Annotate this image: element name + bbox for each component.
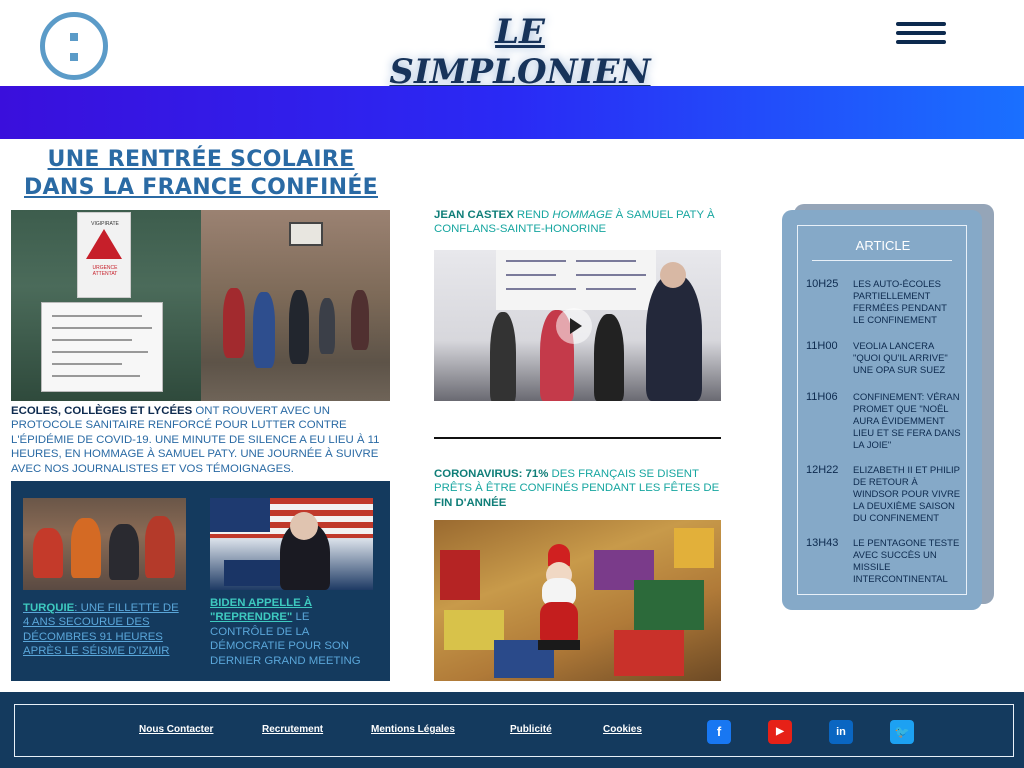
play-triangle — [570, 318, 582, 334]
footer-link-recruitment[interactable]: Recrutement — [262, 724, 323, 735]
schoolyard-photo — [201, 210, 390, 401]
protocol-poster — [41, 302, 163, 392]
site-footer: Nous Contacter Recrutement Mentions Léga… — [0, 692, 1024, 768]
turkey-story-bold: TURQUIE — [23, 602, 75, 614]
school-photo[interactable]: VIGIPIRATE URGENCE ATTENTAT — [11, 210, 390, 401]
sidebar-frame: ARTICLE 10H25 LES AUTO-ÉCOLES PARTIELLEM… — [797, 225, 967, 595]
site-title[interactable]: LE SIMPLONIEN — [360, 12, 680, 92]
castex-headline[interactable]: JEAN CASTEX REND HOMMAGE À SAMUEL PATY À… — [434, 208, 724, 237]
news-time: 12H22 — [806, 464, 839, 476]
facebook-icon[interactable]: f — [707, 720, 731, 744]
christmas-gifts-photo[interactable] — [434, 520, 721, 681]
castex-video[interactable] — [434, 250, 721, 401]
castex-text-1: REND — [513, 209, 553, 221]
news-time: 13H43 — [806, 537, 839, 549]
youtube-icon[interactable]: ▶ — [768, 720, 792, 744]
biden-story-text[interactable]: BIDEN APPELLE À "REPRENDRE" LE CONTRÔLE … — [210, 596, 373, 668]
play-video-icon[interactable] — [556, 308, 592, 344]
news-text: LES AUTO-ÉCOLES PARTIELLEMENT FERMÉES PE… — [853, 279, 947, 326]
menu-bar — [896, 40, 946, 44]
news-time: 11H06 — [806, 391, 838, 403]
logo-dot-bottom — [70, 53, 78, 61]
hamburger-menu-icon[interactable] — [896, 22, 946, 48]
news-text: LE PENTAGONE TESTE AVEC SUCCÈS UN MISSIL… — [853, 538, 960, 585]
castex-bold: JEAN CASTEX — [434, 209, 514, 221]
news-time: 11H00 — [806, 340, 838, 352]
footer-link-advertising[interactable]: Publicité — [510, 724, 552, 735]
twitter-icon[interactable]: 🐦 — [890, 720, 914, 744]
coronavirus-headline[interactable]: CORONAVIRUS: 71% DES FRANÇAIS SE DISENT … — [434, 467, 724, 510]
twitter-glyph: 🐦 — [894, 725, 910, 739]
secondary-stories-box: TURQUIE: UNE FILLETTE DE 4 ANS SECOURUE … — [11, 481, 390, 681]
footer-frame: Nous Contacter Recrutement Mentions Léga… — [14, 704, 1014, 757]
sidebar-title: ARTICLE — [855, 238, 911, 253]
castex-italic: HOMMAGE — [552, 209, 613, 221]
logo-dot-top — [70, 33, 78, 41]
footer-link-cookies[interactable]: Cookies — [603, 724, 642, 735]
lead-bold: ECOLES, COLLÈGES ET LYCÉES — [11, 405, 193, 417]
turkey-rescue-photo[interactable] — [23, 498, 186, 590]
facebook-glyph: f — [716, 724, 722, 739]
linkedin-icon[interactable]: in — [829, 720, 853, 744]
vigipirate-sign: VIGIPIRATE URGENCE ATTENTAT — [77, 212, 131, 298]
main-headline[interactable]: UNE RENTRÉE SCOLAIRE DANS LA FRANCE CONF… — [11, 146, 391, 202]
news-text: VEOLIA LANCERA "QUOI QU'IL ARRIVE" UNE O… — [853, 341, 948, 376]
news-text: ELIZABETH II ET PHILIP DE RETOUR À WINDS… — [853, 465, 961, 524]
menu-bar — [896, 22, 946, 26]
site-header: LE SIMPLONIEN — [0, 0, 1024, 92]
colon-logo-icon[interactable] — [40, 12, 108, 80]
turkey-story-text[interactable]: TURQUIE: UNE FILLETTE DE 4 ANS SECOURUE … — [23, 601, 186, 659]
news-time: 10H25 — [806, 278, 839, 290]
school-gate-photo: VIGIPIRATE URGENCE ATTENTAT — [11, 210, 201, 401]
classroom-board — [496, 250, 656, 310]
coronavirus-bold-end: FIN D'ANNÉE — [434, 496, 507, 509]
page: LE SIMPLONIEN UNE RENTRÉE SCOLAIRE DANS … — [0, 0, 1024, 768]
footer-link-legal[interactable]: Mentions Légales — [371, 724, 455, 735]
news-text: CONFINEMENT: VÉRAN PROMET QUE "NOËL AURA… — [853, 392, 961, 451]
sidebar-rule — [812, 260, 952, 261]
warning-triangle-icon — [86, 229, 122, 259]
main-story-lead[interactable]: ECOLES, COLLÈGES ET LYCÉES ONT ROUVERT A… — [11, 404, 391, 476]
youtube-glyph: ▶ — [776, 726, 784, 737]
footer-link-contact[interactable]: Nous Contacter — [139, 724, 213, 735]
coronavirus-bold: CORONAVIRUS: 71% — [434, 468, 549, 480]
biden-rally-photo[interactable] — [210, 498, 373, 590]
menu-bar — [896, 31, 946, 35]
santa-figure — [534, 544, 584, 654]
vigipirate-title: VIGIPIRATE — [91, 221, 119, 227]
latest-articles-sidebar: ARTICLE 10H25 LES AUTO-ÉCOLES PARTIELLEM… — [782, 210, 982, 610]
basketball-hoop — [289, 222, 323, 246]
column-divider — [434, 437, 721, 439]
gradient-banner — [0, 86, 1024, 139]
linkedin-glyph: in — [836, 726, 846, 738]
vigipirate-subtitle: URGENCE ATTENTAT — [92, 265, 118, 277]
